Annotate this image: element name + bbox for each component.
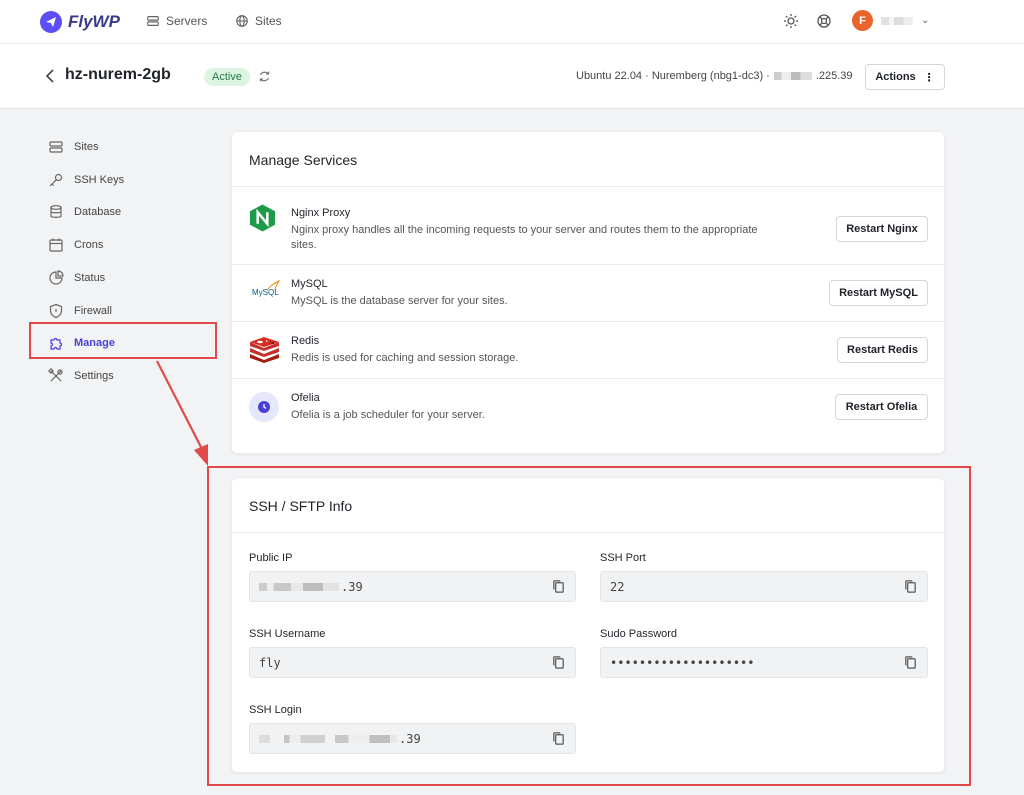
server-header: hz-nurem-2gb Active Ubuntu 22.04 · Nurem… bbox=[0, 44, 1024, 109]
restart-ofelia-button[interactable]: Restart Ofelia bbox=[835, 394, 928, 420]
redis-logo-icon bbox=[250, 337, 279, 363]
sidebar-item-ssh-keys[interactable]: SSH Keys bbox=[48, 172, 124, 188]
server-meta-text: Ubuntu 22.04 · Nuremberg (nbg1-dc3) · bbox=[576, 70, 770, 82]
server-icon bbox=[147, 16, 159, 26]
calendar-icon bbox=[49, 238, 63, 252]
annotation-highlight-ssh-card bbox=[207, 466, 971, 786]
manage-services-header: Manage Services bbox=[232, 132, 944, 187]
manage-services-title: Manage Services bbox=[249, 152, 358, 168]
sidebar-item-label: Sites bbox=[74, 141, 99, 153]
actions-label: Actions bbox=[875, 71, 916, 83]
restart-mysql-button[interactable]: Restart MySQL bbox=[829, 280, 928, 306]
globe-icon bbox=[236, 15, 248, 27]
tools-icon bbox=[48, 368, 63, 382]
service-name: Ofelia bbox=[291, 392, 320, 404]
database-icon bbox=[50, 205, 62, 218]
service-description: MySQL is the database server for your si… bbox=[291, 295, 508, 307]
server-meta: Ubuntu 22.04 · Nuremberg (nbg1-dc3) · .2… bbox=[576, 70, 853, 82]
nav-sites-link[interactable]: Sites bbox=[235, 14, 282, 28]
sidebar-item-sites[interactable]: Sites bbox=[48, 139, 98, 155]
nav-servers-link[interactable]: Servers bbox=[146, 14, 207, 28]
service-row-ofelia: Ofelia Ofelia is a job scheduler for you… bbox=[232, 379, 946, 436]
status-badge: Active bbox=[204, 68, 250, 86]
logo-mark-icon bbox=[40, 11, 62, 33]
restart-redis-button[interactable]: Restart Redis bbox=[837, 337, 928, 363]
mysql-logo-text: MySQL bbox=[252, 288, 279, 297]
more-vertical-icon: ⋮ bbox=[923, 71, 935, 84]
refresh-icon[interactable] bbox=[258, 70, 271, 83]
sidebar-item-label: Database bbox=[74, 206, 122, 218]
sites-icon bbox=[49, 141, 63, 153]
shield-icon bbox=[49, 303, 63, 319]
pie-chart-icon bbox=[49, 270, 64, 285]
server-ip-suffix: .225.39 bbox=[815, 70, 853, 82]
sidebar-item-label: Crons bbox=[74, 239, 104, 251]
avatar: F bbox=[852, 10, 873, 31]
manage-services-card: Manage Services Nginx Proxy Nginx proxy … bbox=[231, 131, 946, 454]
service-description: Ofelia is a job scheduler for your serve… bbox=[291, 409, 485, 421]
back-chevron-icon[interactable] bbox=[44, 68, 56, 84]
user-menu[interactable]: F ⌄ bbox=[852, 10, 929, 31]
restart-nginx-button[interactable]: Restart Nginx bbox=[836, 216, 928, 242]
service-row-mysql: MySQL MySQL MySQL is the database server… bbox=[232, 265, 946, 322]
top-navbar: FlyWP Servers Sites F ⌄ bbox=[0, 0, 1024, 44]
nginx-logo-icon bbox=[249, 204, 276, 232]
sidebar-item-label: Firewall bbox=[74, 305, 112, 317]
user-name-redacted bbox=[881, 16, 913, 25]
sidebar-item-label: SSH Keys bbox=[74, 174, 125, 186]
brand-name: FlyWP bbox=[68, 12, 120, 31]
annotation-highlight-manage bbox=[29, 322, 217, 359]
sidebar-item-database[interactable]: Database bbox=[48, 204, 121, 220]
clock-icon bbox=[249, 392, 279, 422]
sidebar-item-settings[interactable]: Settings bbox=[48, 368, 114, 384]
support-icon[interactable] bbox=[816, 13, 832, 29]
actions-button[interactable]: Actions ⋮ bbox=[865, 64, 945, 90]
service-row-redis: Redis Redis is used for caching and sess… bbox=[232, 322, 946, 379]
service-description: Redis is used for caching and session st… bbox=[291, 352, 519, 364]
chevron-down-icon: ⌄ bbox=[921, 15, 930, 26]
mysql-logo-icon: MySQL bbox=[249, 279, 283, 305]
service-name: MySQL bbox=[291, 278, 328, 290]
sidebar-item-label: Status bbox=[74, 272, 106, 284]
sidebar-item-status[interactable]: Status bbox=[48, 270, 105, 286]
service-row-nginx: Nginx Proxy Nginx proxy handles all the … bbox=[232, 188, 946, 265]
sidebar-item-firewall[interactable]: Firewall bbox=[48, 303, 112, 319]
service-name: Redis bbox=[291, 335, 320, 347]
flywp-logo[interactable]: FlyWP bbox=[40, 11, 120, 33]
service-description: Nginx proxy handles all the incoming req… bbox=[291, 224, 758, 251]
sidebar-item-crons[interactable]: Crons bbox=[48, 237, 103, 253]
ip-redacted bbox=[773, 72, 812, 80]
service-name: Nginx Proxy bbox=[291, 207, 351, 219]
key-icon bbox=[49, 173, 63, 187]
sun-icon[interactable] bbox=[783, 13, 799, 29]
server-name: hz-nurem-2gb bbox=[65, 66, 171, 83]
nav-servers-label: Servers bbox=[166, 14, 208, 28]
sidebar-item-label: Settings bbox=[74, 370, 114, 382]
nav-sites-label: Sites bbox=[255, 14, 282, 28]
